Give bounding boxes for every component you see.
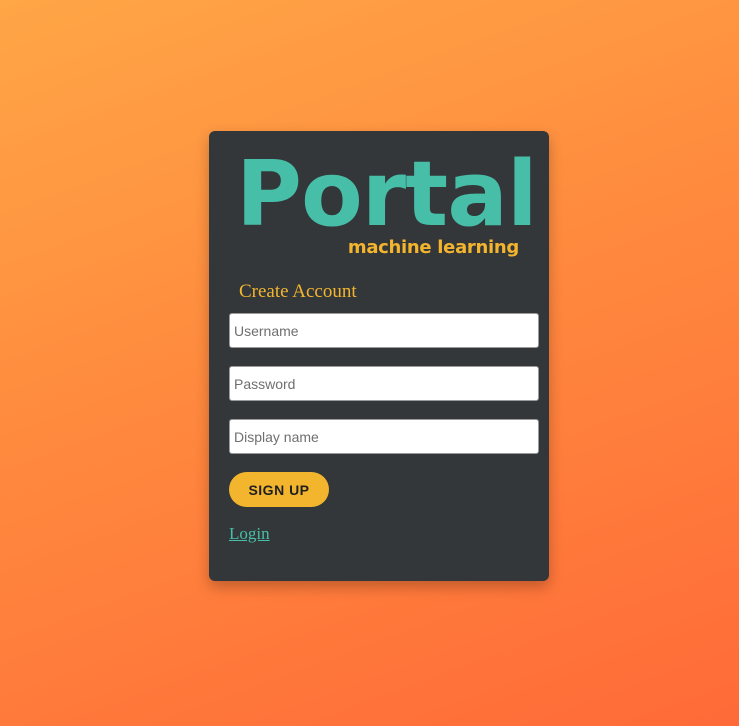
signup-card: Portal machine learning Create Account S… — [209, 131, 549, 581]
sign-up-button[interactable]: SIGN UP — [229, 472, 329, 507]
username-input[interactable] — [229, 313, 539, 348]
display-name-input[interactable] — [229, 419, 539, 454]
form-heading: Create Account — [239, 281, 357, 302]
login-link[interactable]: Login — [229, 524, 270, 544]
logo-subtitle: machine learning — [347, 237, 519, 258]
logo-title: Portal — [236, 142, 538, 247]
password-input[interactable] — [229, 366, 539, 401]
portal-logo: Portal machine learning — [234, 147, 538, 267]
